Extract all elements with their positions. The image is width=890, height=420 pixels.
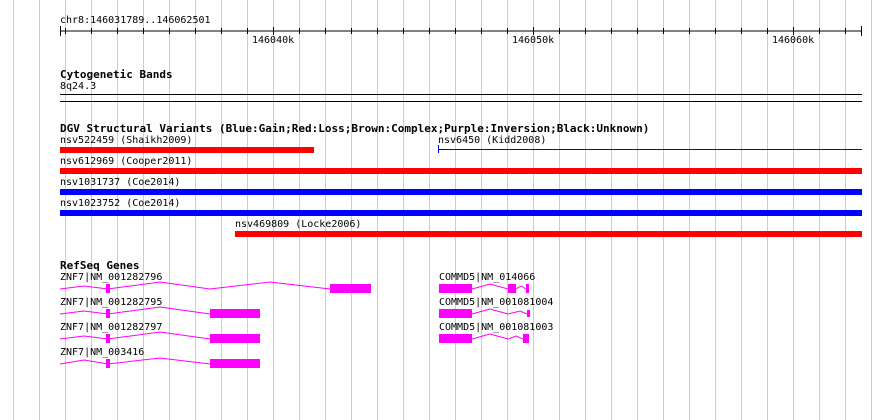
ruler-tick-label: 146060k (772, 35, 815, 46)
gene-label[interactable]: ZNF7|NM_001282795 (60, 297, 162, 309)
ruler-tick-label: 146050k (512, 35, 555, 46)
variant-bar-nsv522459[interactable] (60, 147, 314, 153)
gene-model-COMMD5-NM_001081004[interactable] (439, 308, 530, 318)
gene-label[interactable]: ZNF7|NM_001282797 (60, 322, 162, 334)
variant-label[interactable]: nsv6450 (Kidd2008) (438, 135, 546, 147)
variant-bar-nsv469809[interactable] (235, 231, 862, 237)
gene-label[interactable]: COMMD5|NM_001081004 (439, 297, 553, 309)
gene-model-ZNF7-NM_003416[interactable] (59, 357, 260, 368)
variant-label[interactable]: nsv522459 (Shaikh2009) (60, 135, 192, 147)
variant-label[interactable]: nsv469809 (Locke2006) (235, 219, 361, 231)
track-title-cytoband[interactable]: Cytogenetic Bands (60, 68, 173, 81)
cytoband-label: 8q24.3 (60, 81, 97, 92)
gene-label[interactable]: COMMD5|NM_014066 (439, 272, 535, 284)
gene-model-COMMD5-NM_014066[interactable] (439, 283, 529, 293)
gene-label[interactable]: ZNF7|NM_001282796 (60, 272, 162, 284)
variant-bar-nsv612969[interactable] (60, 168, 862, 174)
variant-label[interactable]: nsv612969 (Cooper2011) (60, 156, 192, 168)
ruler-range-label: chr8:146031789..146062501 (60, 15, 211, 26)
variant-label[interactable]: nsv1031737 (Coe2014) (60, 177, 180, 189)
gene-label[interactable]: ZNF7|NM_003416 (60, 347, 144, 359)
track-title-refseq[interactable]: RefSeq Genes (60, 259, 139, 272)
gene-model-COMMD5-NM_001081003[interactable] (439, 333, 529, 343)
track-title-dgv[interactable]: DGV Structural Variants (Blue:Gain;Red:L… (60, 122, 649, 135)
variant-bar-nsv1023752[interactable] (60, 210, 862, 216)
variant-label[interactable]: nsv1023752 (Coe2014) (60, 198, 180, 210)
variant-bar-nsv1031737[interactable] (60, 189, 862, 195)
gene-label[interactable]: COMMD5|NM_001081003 (439, 322, 553, 334)
ruler-tick-label: 146040k (252, 35, 295, 46)
